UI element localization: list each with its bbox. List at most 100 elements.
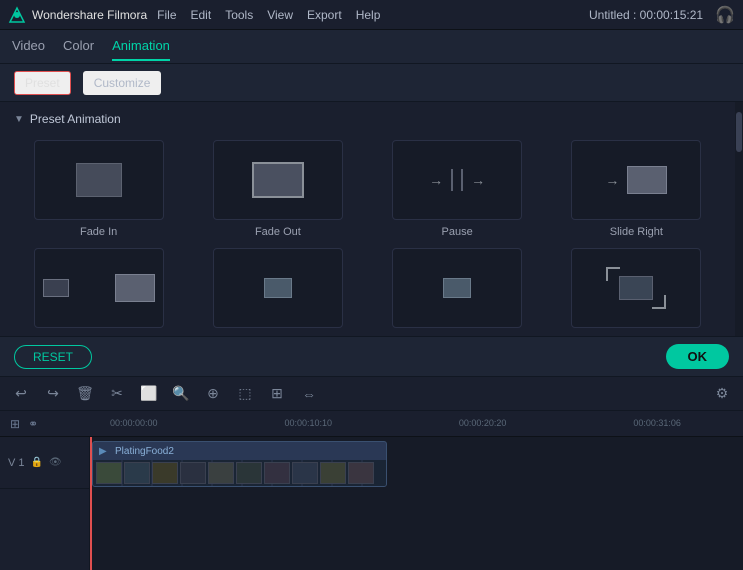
track-area[interactable]: ▶ PlatingFood2	[90, 437, 743, 570]
anim-label-fade-in: Fade In	[80, 226, 117, 238]
main-panel: ▼ Preset Animation Fade In Fade Out	[0, 102, 743, 337]
clip-label: PlatingFood2	[115, 446, 174, 457]
filmstrip-frame-6	[236, 462, 262, 484]
anim-thumb-row2-1[interactable]	[34, 248, 164, 328]
anim-item-fade-in[interactable]: Fade In	[14, 140, 183, 238]
expand-inner-rect	[619, 276, 653, 300]
menu-tools[interactable]: Tools	[225, 8, 253, 22]
anim-item-row2-4[interactable]	[552, 248, 721, 334]
anim-item-row2-2[interactable]: ↻	[193, 248, 362, 334]
scroll-thumb	[736, 112, 742, 152]
headphone-icon[interactable]: 🎧	[715, 5, 735, 25]
menu-file[interactable]: File	[157, 8, 176, 22]
subtab-bar: Preset Customize	[0, 64, 743, 102]
scroll-bar[interactable]	[735, 102, 743, 336]
subtab-preset[interactable]: Preset	[14, 71, 71, 95]
animation-grid: Fade In Fade Out → →	[14, 140, 721, 334]
filmstrip-frame-5	[208, 462, 234, 484]
anim-thumb-slide-right[interactable]: →	[571, 140, 701, 220]
anim-thumb-fade-out[interactable]	[213, 140, 343, 220]
pause-vline2	[461, 169, 463, 191]
anim-item-row2-1[interactable]	[14, 248, 183, 334]
filmstrip-frame-8	[292, 462, 318, 484]
filmstrip-frame-2	[124, 462, 150, 484]
timeline-add-track[interactable]: ⊞	[10, 417, 20, 431]
track-labels: V 1 🔒 👁	[0, 437, 90, 570]
collapse-arrow[interactable]: ▼	[14, 114, 24, 125]
timeline-tracks: V 1 🔒 👁 ▶ PlatingFood2	[0, 437, 743, 570]
eye-icon[interactable]: 👁	[49, 457, 62, 468]
app-name: Wondershare Filmora	[32, 8, 147, 22]
tab-animation[interactable]: Animation	[112, 32, 170, 61]
spin2-rect	[443, 278, 471, 298]
anim-thumb-row2-2[interactable]: ↻	[213, 248, 343, 328]
clip-filmstrip	[93, 460, 386, 486]
menu-edit[interactable]: Edit	[191, 8, 212, 22]
tab-bar: Video Color Animation	[0, 30, 743, 64]
filmstrip-frame-9	[320, 462, 346, 484]
filmstrip-frame-3	[152, 462, 178, 484]
section-header: ▼ Preset Animation	[14, 112, 721, 126]
animation-content: ▼ Preset Animation Fade In Fade Out	[0, 102, 735, 336]
crop-button[interactable]: ⬜	[138, 383, 160, 405]
cut-button[interactable]: ✂	[106, 383, 128, 405]
anim-item-pause[interactable]: → → Pause	[373, 140, 542, 238]
timeline: ⊞ ⚭ 00:00:00:00 00:00:10:10 00:00:20:20 …	[0, 411, 743, 570]
filmstrip-frame-1	[96, 462, 122, 484]
filmstrip-frame-7	[264, 462, 290, 484]
rotate-button[interactable]: ⊕	[202, 383, 224, 405]
redo-button[interactable]: ↪	[42, 383, 64, 405]
anim-label-fade-out: Fade Out	[255, 226, 301, 238]
filmstrip-frame-10	[348, 462, 374, 484]
tab-color[interactable]: Color	[63, 32, 94, 61]
anim-item-slide-right[interactable]: → Slide Right	[552, 140, 721, 238]
track-number: V 1	[8, 457, 25, 469]
video-clip[interactable]: ▶ PlatingFood2	[92, 441, 387, 487]
row2-1-small-rect	[43, 279, 69, 297]
filmstrip-frame-4	[180, 462, 206, 484]
settings-icon[interactable]: ⚙	[711, 383, 733, 405]
app-logo: Wondershare Filmora	[8, 6, 147, 24]
anim-label-pause: Pause	[442, 226, 473, 238]
slide-right-arrow: →	[605, 172, 619, 188]
pause-arrow-left: →	[429, 172, 443, 188]
zoom-button[interactable]: 🔍	[170, 383, 192, 405]
action-bar: RESET OK	[0, 337, 743, 377]
undo-button[interactable]: ↩	[10, 383, 32, 405]
split-button[interactable]: ⊞	[266, 383, 288, 405]
pause-arrow-right: →	[471, 172, 485, 188]
subtab-customize[interactable]: Customize	[83, 71, 162, 95]
slide-right-visual: →	[605, 166, 667, 194]
track-label-v1: V 1 🔒 👁	[0, 437, 89, 489]
anim-thumb-fade-in[interactable]	[34, 140, 164, 220]
expand-corner-tl	[606, 267, 620, 281]
playhead[interactable]	[90, 437, 92, 570]
anim-thumb-pause[interactable]: → →	[392, 140, 522, 220]
toolbar: ↩ ↪ 🗑 ✂ ⬜ 🔍 ⊕ ⬚ ⊞ ⇔ ⚙	[0, 377, 743, 411]
ok-button[interactable]: OK	[666, 344, 730, 369]
screenshot-button[interactable]: ⬚	[234, 383, 256, 405]
clip-video-icon: ▶	[99, 446, 107, 457]
time-mark-1: 00:00:10:10	[284, 418, 332, 428]
delete-button[interactable]: 🗑	[74, 383, 96, 405]
menu-help[interactable]: Help	[356, 8, 381, 22]
timeline-header: ⊞ ⚭ 00:00:00:00 00:00:10:10 00:00:20:20 …	[0, 411, 743, 437]
logo-icon	[8, 6, 26, 24]
anim-label-slide-right: Slide Right	[610, 226, 663, 238]
row2-1-large-rect	[115, 274, 155, 302]
adjust-button[interactable]: ⇔	[298, 383, 320, 405]
timeline-link-icon[interactable]: ⚭	[28, 417, 38, 431]
expand-visual	[606, 267, 666, 309]
timeline-controls-left: ⊞ ⚭	[10, 417, 100, 431]
time-ruler: 00:00:00:00 00:00:10:10 00:00:20:20 00:0…	[110, 414, 733, 434]
tab-video[interactable]: Video	[12, 32, 45, 61]
reset-button[interactable]: RESET	[14, 345, 92, 369]
menu-view[interactable]: View	[267, 8, 293, 22]
menu-export[interactable]: Export	[307, 8, 342, 22]
anim-item-row2-3[interactable]: ↺	[373, 248, 542, 334]
anim-item-fade-out[interactable]: Fade Out	[193, 140, 362, 238]
anim-thumb-row2-4[interactable]	[571, 248, 701, 328]
expand-corner-br	[652, 295, 666, 309]
lock-icon[interactable]: 🔒	[31, 457, 43, 468]
anim-thumb-row2-3[interactable]: ↺	[392, 248, 522, 328]
